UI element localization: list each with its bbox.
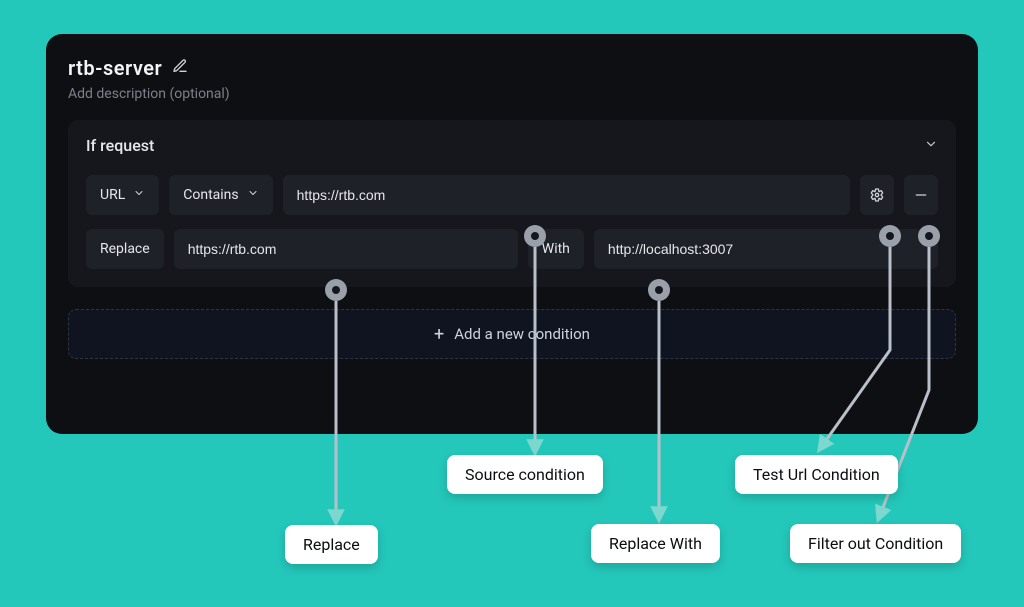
add-condition-button[interactable]: + Add a new condition <box>68 309 956 359</box>
condition-row: URL Contains <box>86 175 938 215</box>
annotation-replace-with: Replace With <box>591 524 720 563</box>
card-header[interactable]: If request <box>86 136 938 155</box>
replace-label: Replace <box>86 229 164 269</box>
title-row: rtb-server <box>68 56 956 80</box>
contains-dropdown[interactable]: Contains <box>169 175 272 215</box>
annotation-filter-out: Filter out Condition <box>790 524 961 563</box>
add-condition-label: Add a new condition <box>454 325 590 343</box>
card-title: If request <box>86 136 154 155</box>
pencil-icon[interactable] <box>172 58 188 78</box>
replace-value-field[interactable] <box>188 241 504 257</box>
with-label-text: With <box>542 241 570 257</box>
editor-panel: rtb-server Add description (optional) If… <box>46 34 978 434</box>
match-value-input[interactable] <box>283 175 850 215</box>
replace-value-input[interactable] <box>174 229 518 269</box>
annotation-test-url: Test Url Condition <box>735 455 898 494</box>
plus-icon: + <box>434 324 444 345</box>
with-value-field[interactable] <box>608 241 924 257</box>
condition-card: If request URL Contains <box>68 120 956 287</box>
replace-row: Replace With <box>86 229 938 269</box>
annotation-source-condition: Source condition <box>447 455 603 494</box>
chevron-down-icon <box>247 187 259 203</box>
with-label: With <box>528 229 584 269</box>
with-value-input[interactable] <box>594 229 938 269</box>
annotation-replace: Replace <box>285 525 378 564</box>
page-title: rtb-server <box>68 56 162 80</box>
description-placeholder[interactable]: Add description (optional) <box>68 86 956 102</box>
url-dropdown[interactable]: URL <box>86 175 159 215</box>
chevron-down-icon[interactable] <box>924 136 938 155</box>
filter-out-button[interactable] <box>904 175 938 215</box>
url-dropdown-label: URL <box>100 187 125 203</box>
chevron-down-icon <box>133 187 145 203</box>
test-url-button[interactable] <box>860 175 894 215</box>
replace-label-text: Replace <box>100 241 150 257</box>
contains-dropdown-label: Contains <box>183 187 238 203</box>
match-value-field[interactable] <box>297 187 836 203</box>
